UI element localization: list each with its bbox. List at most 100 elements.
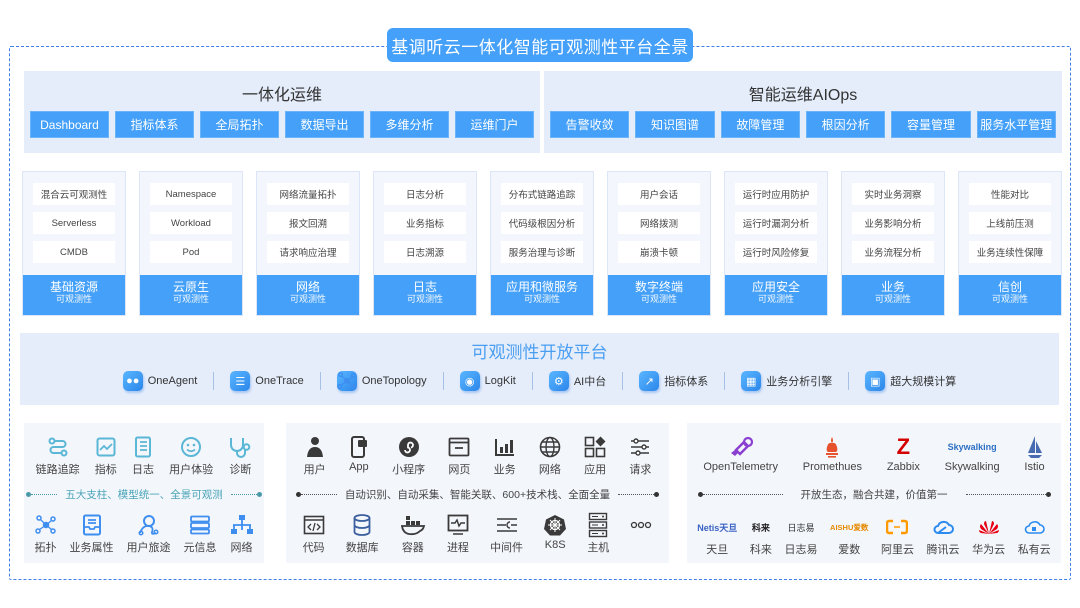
ops-button-portal[interactable]: 运维门户 bbox=[455, 111, 534, 138]
ops-button-global-topology[interactable]: 全局拓扑 bbox=[200, 111, 279, 138]
platform-component[interactable]: ⚙ AI中台 bbox=[548, 371, 606, 391]
pillar-capability-item[interactable]: 链路追踪 bbox=[36, 435, 80, 477]
pillar-capability-item[interactable]: 网络 bbox=[230, 513, 254, 555]
aiops-button-sla[interactable]: 服务水平管理 bbox=[976, 111, 1056, 138]
aiops-button-capacity[interactable]: 容量管理 bbox=[891, 111, 971, 138]
pillar-capability-item[interactable]: 元信息 bbox=[184, 513, 217, 555]
collection-source-item[interactable]: 代码 bbox=[303, 513, 325, 555]
collection-source-item[interactable]: 用户 bbox=[304, 435, 326, 477]
collection-source-item[interactable]: 数据库 bbox=[346, 513, 379, 555]
pillar-feature-item[interactable]: 请求响应治理 bbox=[267, 241, 349, 263]
collection-source-item[interactable]: 业务 bbox=[494, 435, 516, 477]
pillar-feature-item[interactable]: 网络拨测 bbox=[618, 212, 700, 234]
collection-source-item[interactable]: 应用 bbox=[584, 435, 606, 477]
pillar-capability-item[interactable]: 业务属性 bbox=[70, 513, 114, 555]
pillar-feature-item[interactable]: 日志溯源 bbox=[384, 241, 466, 263]
pillar-feature-item[interactable]: 运行时应用防护 bbox=[735, 183, 817, 205]
pillar-feature-item[interactable]: 报文回溯 bbox=[267, 212, 349, 234]
platform-component[interactable]: OneTopology bbox=[336, 371, 427, 391]
observability-pillar-card[interactable]: 性能对比 上线前压测 业务连续性保障 信创 可观测性 bbox=[958, 171, 1062, 316]
platform-component[interactable]: ▦ 业务分析引擎 bbox=[741, 371, 832, 391]
pillar-feature-item[interactable]: 业务连续性保障 bbox=[969, 241, 1051, 263]
pillar-capability-item[interactable]: 用户旅途 bbox=[127, 513, 171, 555]
pillar-capability-item[interactable]: 指标 bbox=[95, 435, 117, 477]
collection-source-item-label: 用户 bbox=[303, 464, 326, 476]
pillar-feature-item[interactable]: 崩溃卡顿 bbox=[618, 241, 700, 263]
observability-pillar-card[interactable]: 实时业务洞察 业务影响分析 业务流程分析 业务 可观测性 bbox=[841, 171, 945, 316]
pillar-feature-item[interactable]: 业务流程分析 bbox=[852, 241, 934, 263]
pillar-feature-item[interactable]: Workload bbox=[150, 212, 232, 234]
observability-pillar-card[interactable]: 分布式链路追踪 代码级根因分析 服务治理与诊断 应用和微服务 可观测性 bbox=[490, 171, 594, 316]
pillar-feature-item[interactable]: 上线前压测 bbox=[969, 212, 1051, 234]
aiops-button-knowledge-graph[interactable]: 知识图谱 bbox=[635, 111, 715, 138]
collection-source-item[interactable]: 中间件 bbox=[490, 513, 523, 555]
platform-component[interactable]: ☰ OneTrace bbox=[230, 371, 304, 391]
pillar-feature-item[interactable]: 代码级根因分析 bbox=[501, 212, 583, 234]
pillar-feature-item[interactable]: 分布式链路追踪 bbox=[501, 183, 583, 205]
ecosystem-partner-item[interactable]: 科来 科来 bbox=[750, 515, 772, 557]
pillar-feature-item[interactable]: 业务影响分析 bbox=[852, 212, 934, 234]
platform-component[interactable]: ●● OneAgent bbox=[122, 371, 197, 391]
collection-source-item[interactable]: 主机 bbox=[587, 512, 609, 555]
observability-pillar-card[interactable]: 运行时应用防护 运行时漏洞分析 运行时风险修复 应用安全 可观测性 bbox=[724, 171, 828, 316]
database-icon bbox=[353, 513, 371, 537]
pillar-capability-item[interactable]: 日志 bbox=[132, 435, 154, 477]
ecosystem-partner-item[interactable]: 日志易 日志易 bbox=[784, 515, 817, 557]
collection-source-item[interactable]: 小程序 bbox=[392, 435, 425, 477]
ops-button-dashboard[interactable]: Dashboard bbox=[30, 111, 109, 138]
ecosystem-tagline: 开放生态，融合共建，价值第一 bbox=[800, 489, 948, 501]
collection-source-item[interactable]: 容器 bbox=[400, 513, 426, 555]
pillar-feature-item[interactable]: 日志分析 bbox=[384, 183, 466, 205]
pillar-feature-item[interactable]: 混合云可观测性 bbox=[33, 183, 115, 205]
ecosystem-partner-item[interactable]: AISHU爱数 爱数 bbox=[830, 515, 868, 557]
ecosystem-partner-item[interactable]: 阿里云 bbox=[881, 515, 914, 557]
collection-source-item[interactable]: 请求 bbox=[629, 435, 651, 477]
pillar-feature-item[interactable]: 服务治理与诊断 bbox=[501, 241, 583, 263]
ops-button-multi-analysis[interactable]: 多维分析 bbox=[370, 111, 449, 138]
ecosystem-tool-item[interactable]: Skywalking Skywalking bbox=[945, 435, 1000, 473]
ecosystem-partner-item[interactable]: 私有云 bbox=[1018, 515, 1051, 557]
pillar-capability-item[interactable]: 拓扑 bbox=[35, 513, 57, 555]
observability-pillar-card[interactable]: Namespace Workload Pod 云原生 可观测性 bbox=[139, 171, 243, 316]
platform-component[interactable]: ↗ 指标体系 bbox=[639, 371, 708, 391]
ecosystem-tool-item[interactable]: OpenTelemetry bbox=[703, 435, 778, 473]
observability-pillar-card[interactable]: 日志分析 业务指标 日志溯源 日志 可观测性 bbox=[373, 171, 477, 316]
observability-pillar-card[interactable]: 用户会话 网络拨测 崩溃卡顿 数字终端 可观测性 bbox=[607, 171, 711, 316]
pillar-feature-item[interactable]: Pod bbox=[150, 241, 232, 263]
pillar-feature-item[interactable]: Serverless bbox=[33, 212, 115, 234]
pillar-feature-item[interactable]: 运行时风险修复 bbox=[735, 241, 817, 263]
pillar-feature-item[interactable]: 性能对比 bbox=[969, 183, 1051, 205]
pillar-feature-item[interactable]: 用户会话 bbox=[618, 183, 700, 205]
collection-source-item[interactable]: 网络 bbox=[539, 435, 561, 477]
aiops-button-alert-convergence[interactable]: 告警收敛 bbox=[550, 111, 630, 138]
collection-source-item[interactable]: App bbox=[349, 435, 369, 477]
platform-component[interactable]: ◉ LogKit bbox=[459, 371, 516, 391]
pillar-feature-item[interactable]: CMDB bbox=[33, 241, 115, 263]
aiops-button-fault-management[interactable]: 故障管理 bbox=[720, 111, 800, 138]
ecosystem-partner-item[interactable]: Netis天旦 天旦 bbox=[697, 515, 737, 557]
ecosystem-tool-item[interactable]: Istio bbox=[1024, 435, 1045, 473]
observability-pillar-card[interactable]: 网络流量拓扑 报文回溯 请求响应治理 网络 可观测性 bbox=[256, 171, 360, 316]
collection-source-item[interactable] bbox=[630, 513, 652, 555]
pillar-capability-item[interactable]: 用户体验 bbox=[169, 435, 213, 477]
pillar-capability-item[interactable]: 诊断 bbox=[228, 435, 252, 477]
aiops-button-root-cause[interactable]: 根因分析 bbox=[805, 111, 886, 138]
collection-source-item[interactable]: K8S bbox=[544, 513, 567, 555]
ecosystem-partner-item[interactable]: 华为云 bbox=[972, 515, 1005, 557]
ops-button-metrics-system[interactable]: 指标体系 bbox=[115, 111, 194, 138]
pillar-feature-item[interactable]: 业务指标 bbox=[384, 212, 466, 234]
ecosystem-partner-item-label: 腾讯云 bbox=[926, 544, 960, 556]
collection-source-item[interactable]: 进程 bbox=[447, 513, 469, 555]
pillar-feature-item[interactable]: 实时业务洞察 bbox=[852, 183, 934, 205]
collection-source-item[interactable]: 网页 bbox=[448, 435, 470, 477]
observability-pillar-card[interactable]: 混合云可观测性 Serverless CMDB 基础资源 可观测性 bbox=[22, 171, 126, 316]
ecosystem-partner-item[interactable]: 腾讯云 bbox=[927, 515, 960, 557]
platform-component[interactable]: ▣ 超大规模计算 bbox=[865, 371, 956, 391]
pillar-feature-item[interactable]: 运行时漏洞分析 bbox=[735, 212, 817, 234]
ops-button-data-export[interactable]: 数据导出 bbox=[285, 111, 364, 138]
pillar-feature-item[interactable]: Namespace bbox=[150, 183, 232, 205]
ecosystem-tool-item[interactable]: Promethues bbox=[803, 435, 862, 473]
ecosystem-tool-item[interactable]: Z Zabbix bbox=[887, 435, 920, 474]
ecosystem-tool-item-label: Istio bbox=[1024, 461, 1045, 473]
pillar-feature-item[interactable]: 网络流量拓扑 bbox=[267, 183, 349, 205]
